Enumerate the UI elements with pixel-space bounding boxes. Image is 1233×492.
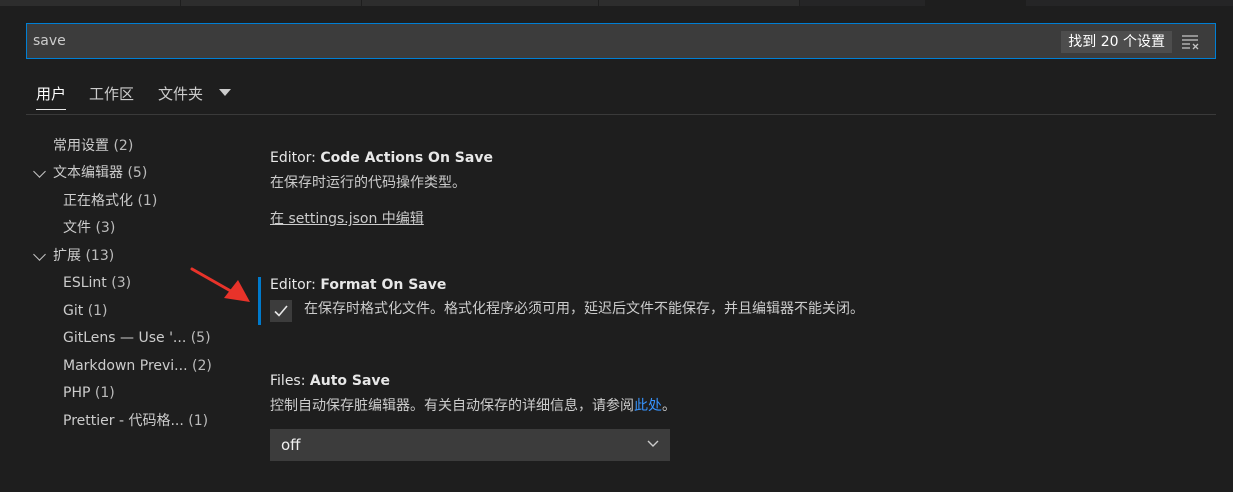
setting-format-on-save: Editor: Format On Save 在保存时格式化文件。格式化程序必须… [270, 277, 864, 318]
annotation-arrow-icon [190, 267, 250, 302]
editor-tab[interactable] [362, 0, 599, 6]
folder-dropdown-icon[interactable] [219, 89, 231, 96]
chevron-down-icon [647, 440, 659, 447]
toc-item-common[interactable]: 常用设置 (2) [53, 135, 133, 157]
tab-workspace[interactable]: 工作区 [89, 84, 134, 114]
toc-item-git[interactable]: Git (1) [63, 300, 108, 322]
setting-description: 在保存时格式化文件。格式化程序必须可用，延迟后文件不能保存，并且编辑器不能关闭。 [304, 301, 864, 317]
toc-item-php[interactable]: PHP (1) [63, 382, 115, 404]
auto-save-docs-link[interactable]: 此处 [634, 398, 662, 414]
settings-search-box: 找到 20 个设置 [26, 23, 1216, 59]
settings-search-input[interactable] [33, 24, 1033, 58]
focused-setting-indicator [258, 277, 261, 325]
toc-item-markdown-preview[interactable]: Markdown Previ... (2) [63, 355, 212, 377]
setting-title: Editor: Code Actions On Save [270, 150, 493, 166]
toc-item-formatting[interactable]: 正在格式化 (1) [63, 190, 157, 212]
setting-title: Editor: Format On Save [270, 277, 447, 293]
setting-description: 控制自动保存脏编辑器。有关自动保存的详细信息，请参阅此处。 [270, 398, 676, 414]
editor-tab[interactable] [0, 0, 181, 6]
editor-tab[interactable] [599, 0, 800, 6]
scope-divider [26, 114, 1216, 115]
editor-tab-strip [0, 0, 1233, 6]
toc-item-text-editor[interactable]: 文本编辑器 (5) [33, 162, 147, 184]
tab-folder[interactable]: 文件夹 [158, 84, 203, 114]
editor-tab-active[interactable] [925, 0, 1026, 6]
search-result-count: 找到 20 个设置 [1061, 31, 1172, 53]
clear-filter-icon[interactable] [1181, 33, 1201, 51]
edit-in-settings-json-link[interactable]: 在 settings.json 中编辑 [270, 211, 424, 227]
chevron-down-icon [33, 165, 46, 178]
toc-item-extensions[interactable]: 扩展 (13) [33, 245, 114, 267]
format-on-save-checkbox[interactable] [270, 300, 292, 322]
check-icon [274, 305, 288, 317]
setting-code-actions-on-save: Editor: Code Actions On Save 在保存时运行的代码操作… [270, 150, 493, 228]
setting-auto-save: Files: Auto Save 控制自动保存脏编辑器。有关自动保存的详细信息，… [270, 373, 676, 415]
chevron-down-icon [33, 248, 46, 261]
setting-description: 在保存时运行的代码操作类型。 [270, 175, 466, 191]
tab-user[interactable]: 用户 [36, 84, 67, 114]
toc-item-files[interactable]: 文件 (3) [63, 217, 115, 239]
toc-item-prettier[interactable]: Prettier - 代码格... (1) [63, 410, 208, 432]
auto-save-select[interactable]: off [270, 429, 670, 461]
editor-tab[interactable] [181, 0, 362, 6]
toc-item-gitlens[interactable]: GitLens — Use '... (5) [63, 327, 211, 349]
setting-title: Files: Auto Save [270, 373, 391, 389]
toc-item-eslint[interactable]: ESLint (3) [63, 272, 131, 294]
